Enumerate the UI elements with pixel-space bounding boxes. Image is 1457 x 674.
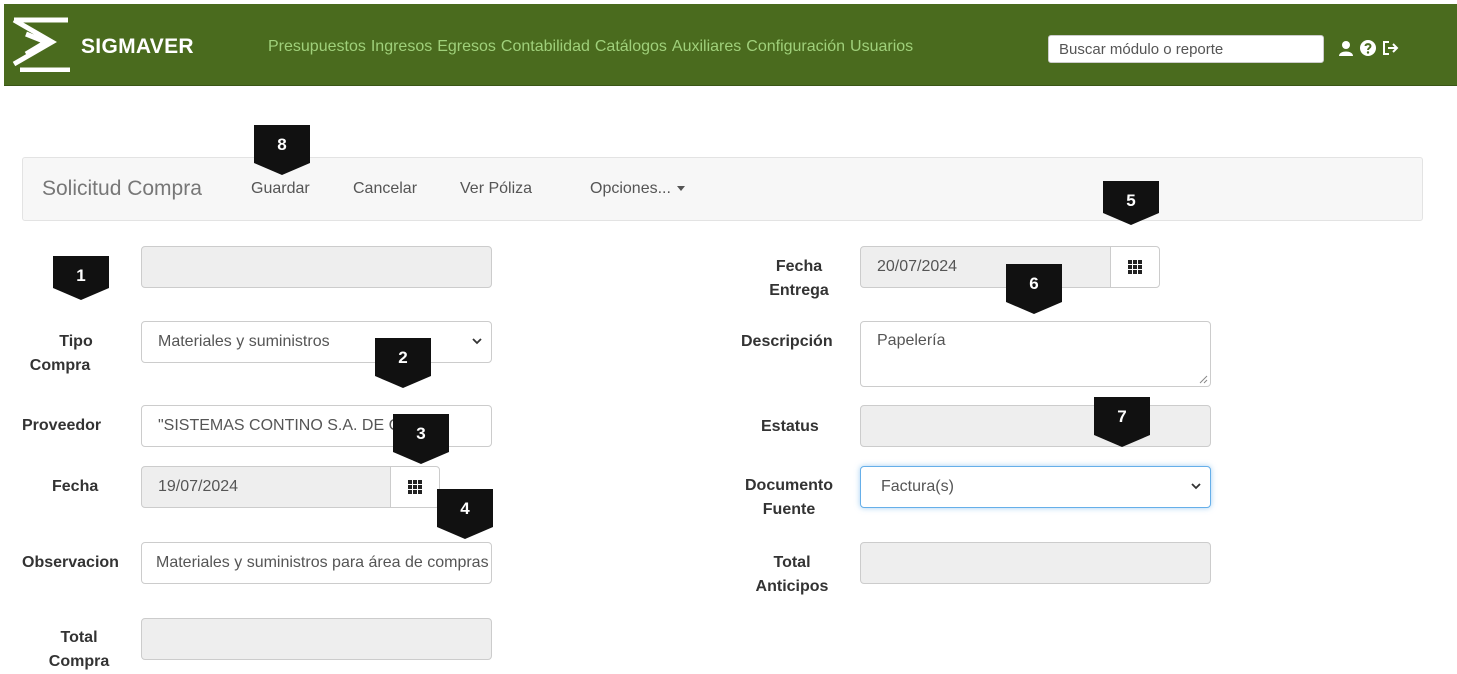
total-compra-field[interactable]: [141, 618, 492, 660]
total-anticipos-label-line2: Anticipos: [755, 578, 829, 595]
page-title: Solicitud Compra: [42, 177, 202, 200]
observacion-label: Observacion: [22, 554, 119, 571]
fecha-entrega-calendar-button[interactable]: [1110, 246, 1160, 288]
user-icon[interactable]: [1338, 40, 1354, 56]
descripcion-textarea[interactable]: Papelería: [860, 321, 1211, 387]
tipo-compra-value: Materiales y suministros: [158, 333, 330, 350]
callout-1: 1: [53, 256, 109, 312]
callout-3: 3: [393, 414, 449, 470]
estatus-label: Estatus: [761, 418, 819, 435]
callout-number: 2: [398, 348, 408, 367]
descripcion-label: Descripción: [741, 333, 833, 350]
callout-number: 1: [76, 266, 86, 285]
user-actions: [1338, 40, 1400, 56]
fecha-entrega-label-line2: Entrega: [769, 282, 829, 299]
callout-number: 5: [1126, 191, 1136, 210]
tipo-compra-label-line1: Tipo: [59, 333, 93, 350]
documento-fuente-label-line2: Fuente: [762, 501, 816, 518]
callout-number: 4: [460, 499, 470, 518]
documento-fuente-label: Documento Fuente: [734, 474, 844, 522]
cancel-button[interactable]: Cancelar: [353, 180, 417, 198]
descripcion-value: Papelería: [877, 332, 946, 349]
callout-8: 8: [254, 125, 310, 181]
chevron-down-icon: [1191, 483, 1201, 490]
form-toolbar: Solicitud Compra Guardar Cancelar Ver Pó…: [22, 157, 1423, 221]
total-compra-label: Total Compra: [34, 626, 124, 674]
tipo-compra-label-line2: Compra: [29, 357, 91, 374]
fecha-field[interactable]: 19/07/2024: [141, 466, 391, 508]
total-anticipos-label: Total Anticipos: [737, 551, 847, 599]
logout-icon[interactable]: [1382, 40, 1400, 56]
fecha-label: Fecha: [52, 478, 99, 495]
search-input[interactable]: [1048, 35, 1324, 63]
callout-4: 4: [437, 489, 493, 545]
nav-egresos[interactable]: Egresos: [437, 38, 496, 56]
nav-configuracion[interactable]: Configuración: [746, 38, 845, 56]
callout-5: 5: [1103, 181, 1159, 237]
fecha-entrega-label: Fecha Entrega: [744, 255, 854, 303]
fecha-calendar-button[interactable]: [390, 466, 440, 508]
callout-7: 7: [1094, 397, 1150, 453]
sigmaver-logo-icon: [12, 17, 70, 72]
callout-2: 2: [375, 338, 431, 394]
proveedor-label: Proveedor: [22, 417, 102, 434]
options-label: Opciones...: [590, 180, 671, 197]
estatus-field[interactable]: [860, 405, 1211, 447]
options-dropdown[interactable]: Opciones...: [590, 180, 685, 198]
top-navbar: SIGMAVER Presupuestos Ingresos Egresos C…: [4, 4, 1457, 86]
nav-presupuestos[interactable]: Presupuestos: [268, 38, 366, 56]
caret-down-icon: [676, 186, 685, 192]
callout-number: 3: [416, 424, 426, 443]
calendar-grid-icon: [408, 480, 422, 494]
total-compra-label-line1: Total: [60, 629, 98, 646]
view-policy-button[interactable]: Ver Póliza: [460, 180, 532, 198]
documento-fuente-select[interactable]: Factura(s): [860, 466, 1211, 508]
total-anticipos-field[interactable]: [860, 542, 1211, 584]
calendar-grid-icon: [1128, 260, 1142, 274]
chevron-down-icon: [472, 338, 482, 345]
callout-number: 8: [277, 135, 287, 154]
help-icon[interactable]: [1360, 40, 1376, 56]
total-anticipos-label-line1: Total: [773, 554, 811, 571]
callout-number: 7: [1117, 407, 1127, 426]
callout-number: 6: [1029, 274, 1039, 293]
main-nav: Presupuestos Ingresos Egresos Contabilid…: [268, 38, 918, 56]
observacion-field[interactable]: Materiales y suministros para área de co…: [141, 542, 492, 584]
save-button[interactable]: Guardar: [251, 180, 310, 198]
nav-catalogos[interactable]: Catálogos: [595, 38, 667, 56]
resize-grip-icon[interactable]: [1198, 374, 1208, 384]
callout-6: 6: [1006, 264, 1062, 320]
total-compra-label-line2: Compra: [48, 653, 110, 670]
tipo-compra-select[interactable]: Materiales y suministros: [141, 321, 492, 363]
documento-fuente-value: Factura(s): [881, 478, 954, 495]
id-field[interactable]: [141, 246, 492, 288]
fecha-entrega-field[interactable]: 20/07/2024: [860, 246, 1111, 288]
nav-auxiliares[interactable]: Auxiliares: [672, 38, 741, 56]
nav-usuarios[interactable]: Usuarios: [850, 38, 913, 56]
nav-ingresos[interactable]: Ingresos: [371, 38, 432, 56]
fecha-entrega-label-line1: Fecha: [775, 258, 823, 275]
brand-name: SIGMAVER: [81, 35, 194, 58]
nav-contabilidad[interactable]: Contabilidad: [501, 38, 590, 56]
documento-fuente-label-line1: Documento: [745, 477, 833, 494]
